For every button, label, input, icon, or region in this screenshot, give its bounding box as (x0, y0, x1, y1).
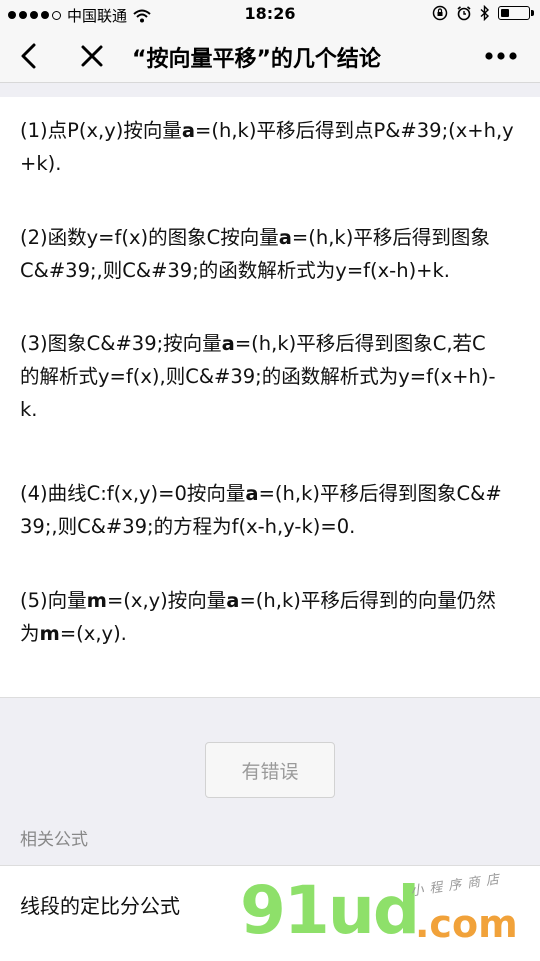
watermark-main: 91ud (240, 872, 420, 949)
conclusion-4: (4)曲线C:f(x,y)=0按向量a=(h,k)平移后得到图象C&# 39;,… (20, 482, 502, 538)
related-item-label: 线段的定比分公式 (20, 894, 180, 918)
report-error-button[interactable]: 有错误 (205, 742, 335, 798)
conclusion-2: (2)函数y=f(x)的图象C按向量a=(h,k)平移后得到图象 C&#39;,… (20, 226, 490, 282)
status-bar: 中国联通 18:26 (0, 0, 540, 30)
status-right (432, 5, 534, 21)
nav-bar: “按向量平移”的几个结论 (0, 30, 540, 83)
conclusion-3: (3)图象C&#39;按向量a=(h,k)平移后得到图象C,若C 的解析式y=f… (20, 332, 496, 421)
conclusion-5: (5)向量m=(x,y)按向量a=(h,k)平移后得到的向量仍然 为m=(x,y… (20, 589, 496, 645)
orientation-lock-icon (432, 5, 448, 21)
related-section-label: 相关公式 (20, 830, 88, 850)
battery-icon (498, 6, 534, 20)
back-icon[interactable] (14, 40, 46, 72)
more-icon[interactable] (484, 44, 518, 68)
conclusion-1: (1)点P(x,y)按向量a=(h,k)平移后得到点P&#39;(x+h,y +… (20, 119, 514, 175)
content-card: (1)点P(x,y)按向量a=(h,k)平移后得到点P&#39;(x+h,y +… (0, 97, 540, 698)
watermark-logo: 91ud .com 小程序商店 (240, 871, 540, 960)
page-title: “按向量平移”的几个结论 (132, 47, 381, 72)
bluetooth-icon (480, 5, 490, 21)
alarm-icon (457, 6, 471, 21)
watermark-dotcom: .com (415, 902, 518, 946)
close-icon[interactable] (76, 40, 108, 72)
